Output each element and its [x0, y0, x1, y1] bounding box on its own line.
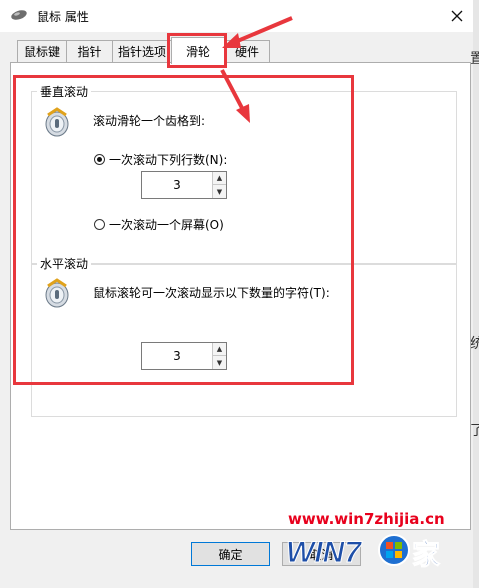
annotation-arrows	[220, 16, 293, 123]
watermark-url: www.win7zhijia.cn	[288, 510, 445, 528]
svg-text:家: 家	[412, 538, 440, 571]
watermark-logo: WIN7 家	[286, 534, 441, 572]
svg-text:WIN7: WIN7	[286, 536, 362, 569]
